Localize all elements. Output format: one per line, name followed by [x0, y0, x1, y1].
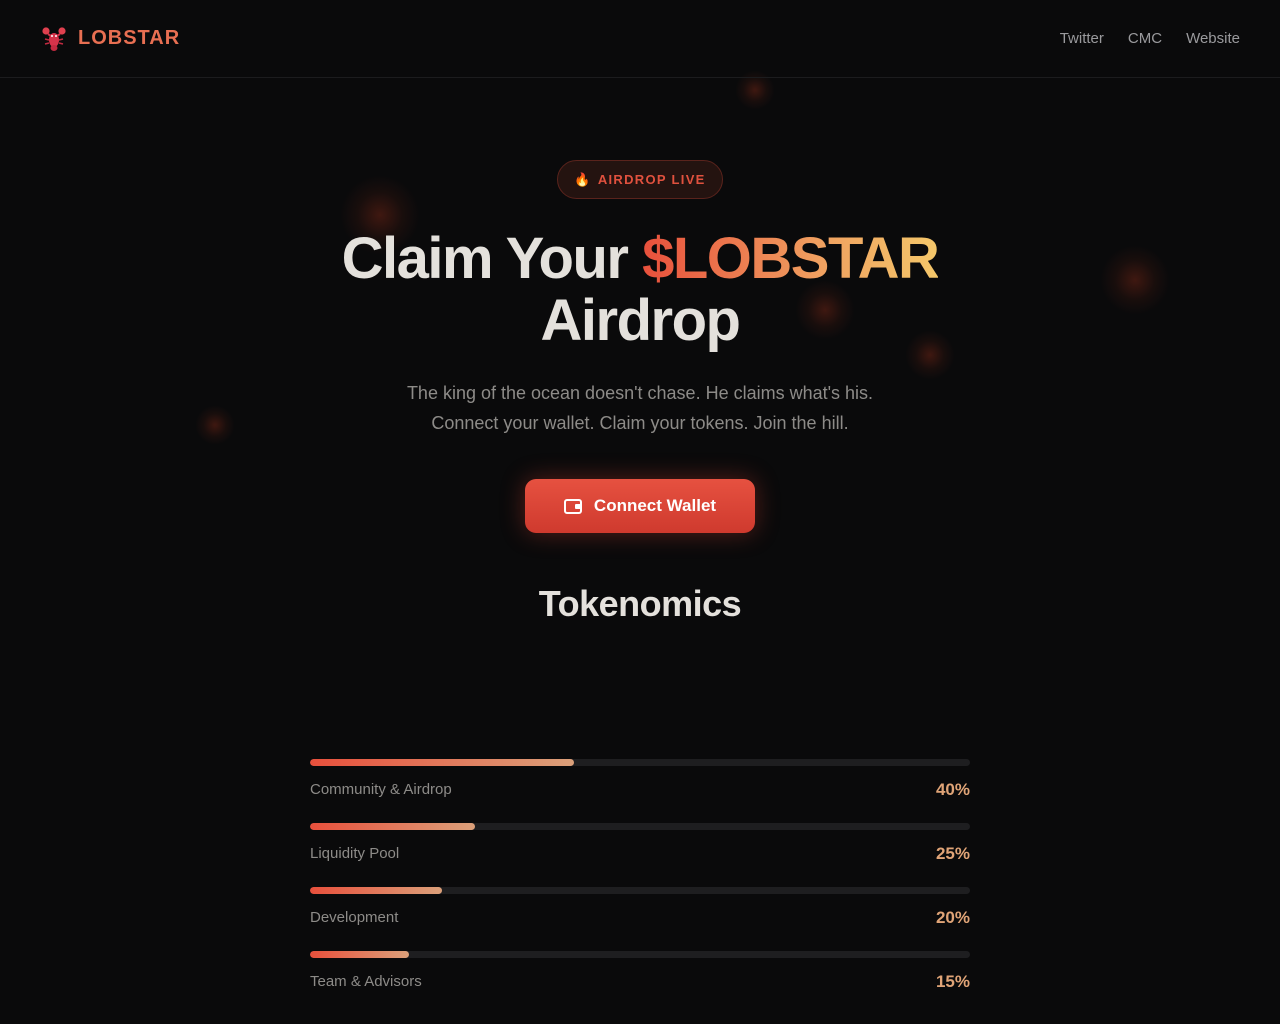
allocation-label: Community & Airdrop	[310, 781, 452, 798]
hero-subtitle-line-1: The king of the ocean doesn't chase. He …	[406, 383, 874, 403]
hero-title: Claim Your $LOBSTAR Airdrop	[0, 228, 1280, 352]
allocation-bar-track	[310, 759, 970, 766]
allocation-value: 25%	[935, 844, 970, 863]
allocation-bar-fill	[310, 887, 442, 894]
badge-label: AIRDROP LIVE	[597, 172, 706, 187]
brand-name: LOBSTAR	[78, 27, 181, 49]
tokenomics-item: Development 20%	[310, 887, 970, 951]
tokenomics-item: Community & Airdrop 40%	[310, 759, 970, 823]
allocation-bar-fill	[310, 951, 409, 958]
allocation-bar-track	[310, 951, 970, 958]
tokenomics-list: Community & Airdrop 40% Liquidity Pool 2…	[310, 759, 970, 1015]
hero-title-token: $LOBSTAR	[642, 226, 940, 291]
nav-link-website[interactable]: Website	[1186, 30, 1240, 47]
allocation-bar-track	[310, 887, 970, 894]
allocation-bar-fill	[310, 823, 475, 830]
nav-link-cmc[interactable]: CMC	[1128, 30, 1162, 47]
nav-link-twitter[interactable]: Twitter	[1060, 30, 1104, 47]
nav-links: Twitter CMC Website	[1060, 30, 1240, 47]
allocation-value: 20%	[935, 908, 970, 927]
brand-logo[interactable]: LOBSTAR	[40, 25, 180, 53]
airdrop-live-badge: 🔥 AIRDROP LIVE	[557, 160, 723, 199]
tokenomics-item: Liquidity Pool 25%	[310, 823, 970, 887]
tokenomics-item: Team & Advisors 15%	[310, 951, 970, 1015]
wallet-icon	[563, 498, 582, 514]
fire-icon: 🔥	[574, 171, 592, 187]
hero-title-prefix: Claim Your	[341, 226, 643, 291]
allocation-value: 15%	[935, 972, 970, 991]
hero-title-suffix: Airdrop	[540, 288, 741, 353]
allocation-label: Development	[310, 909, 399, 926]
connect-wallet-button[interactable]: Connect Wallet	[525, 479, 755, 533]
allocation-value: 40%	[935, 780, 970, 799]
hero-subtitle-line-2: Connect your wallet. Claim your tokens. …	[431, 413, 849, 433]
connect-wallet-label: Connect Wallet	[593, 496, 717, 515]
tokenomics-heading: Tokenomics	[538, 583, 742, 624]
allocation-label: Team & Advisors	[310, 973, 422, 990]
lobster-icon	[42, 26, 66, 51]
allocation-bar-track	[310, 823, 970, 830]
allocation-bar-fill	[310, 759, 574, 766]
top-navbar: LOBSTAR Twitter CMC Website	[0, 0, 1280, 78]
hero-subtitle: The king of the ocean doesn't chase. He …	[0, 378, 1280, 438]
allocation-label: Liquidity Pool	[310, 845, 400, 862]
